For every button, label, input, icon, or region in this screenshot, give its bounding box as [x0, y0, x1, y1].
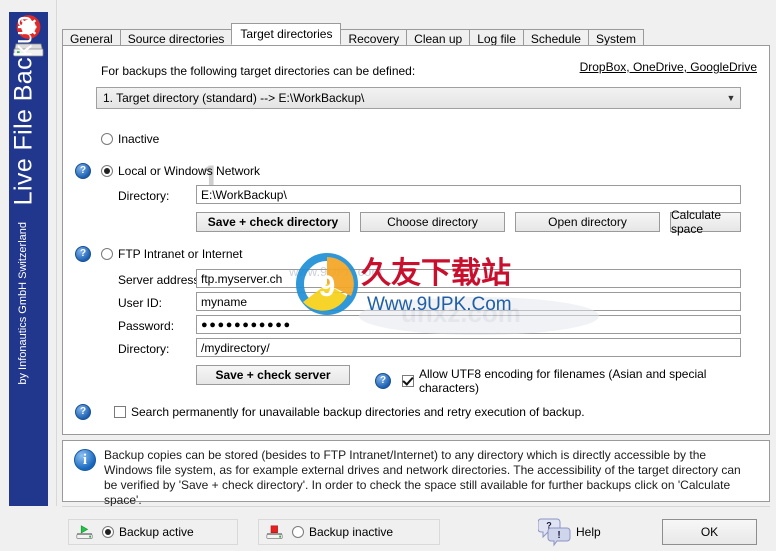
- choose-directory-button[interactable]: Choose directory: [360, 212, 505, 232]
- save-check-directory-button[interactable]: Save + check directory: [196, 212, 350, 232]
- bottom-bar: Backup active Backup inactive ? ! Help O…: [0, 506, 776, 551]
- backup-inactive-radio[interactable]: [292, 526, 304, 538]
- help-button[interactable]: ? ! Help: [538, 517, 601, 547]
- local-network-row[interactable]: ? Local or Windows Network: [75, 163, 260, 179]
- backup-active-group[interactable]: Backup active: [68, 519, 238, 545]
- local-directory-label: Directory:: [118, 189, 170, 203]
- help-icon-utf8[interactable]: ?: [375, 373, 391, 389]
- ftp-userid-label: User ID:: [118, 296, 163, 310]
- ok-button[interactable]: OK: [662, 519, 757, 545]
- ftp-row[interactable]: ? FTP Intranet or Internet: [75, 246, 243, 262]
- ftp-server-label: Server address:: [118, 273, 203, 287]
- help-bubbles-icon: ? !: [538, 518, 571, 547]
- backup-inactive-label: Backup inactive: [309, 525, 394, 539]
- backup-active-radio[interactable]: [102, 526, 114, 538]
- drive-play-icon: [76, 525, 93, 539]
- local-network-label: Local or Windows Network: [118, 164, 261, 178]
- search-retry-row[interactable]: ? Search permanently for unavailable bac…: [75, 404, 585, 420]
- utf8-checkbox[interactable]: [402, 375, 414, 387]
- utf8-label: Allow UTF8 encoding for filenames (Asian…: [419, 367, 707, 395]
- ftp-directory-label: Directory:: [118, 342, 170, 356]
- open-directory-button[interactable]: Open directory: [515, 212, 660, 232]
- tab-strip: General Source directories Target direct…: [62, 23, 770, 47]
- help-icon-local[interactable]: ?: [75, 163, 91, 179]
- ftp-label: FTP Intranet or Internet: [118, 247, 243, 261]
- brand-subtitle: by Infonautics GmbH Switzerland: [17, 222, 29, 385]
- drive-stop-icon: [266, 525, 283, 539]
- help-label: Help: [576, 525, 601, 539]
- application-window: Live File Backup by Infonautics GmbH Swi…: [0, 0, 776, 551]
- backup-active-label: Backup active: [119, 525, 194, 539]
- ftp-radio[interactable]: [101, 248, 113, 260]
- info-box-text: Backup copies can be stored (besides to …: [104, 448, 741, 507]
- info-icon: i: [74, 449, 96, 471]
- help-icon-ftp[interactable]: ?: [75, 246, 91, 262]
- search-retry-checkbox[interactable]: [114, 406, 126, 418]
- cloud-services-link[interactable]: DropBox, OneDrive, GoogleDrive: [580, 60, 757, 74]
- ftp-password-label: Password:: [118, 319, 175, 333]
- search-retry-label: Search permanently for unavailable backu…: [131, 405, 585, 419]
- tab-target-directories[interactable]: Target directories: [231, 23, 342, 45]
- panel-lead-text: For backups the following target directo…: [101, 64, 416, 78]
- target-directories-panel: For backups the following target directo…: [62, 45, 770, 435]
- ftp-password-input[interactable]: ●●●●●●●●●●●: [196, 315, 741, 334]
- lifebuoy-harddrive-icon: [10, 13, 47, 59]
- help-icon-search-retry[interactable]: ?: [75, 404, 91, 420]
- target-directory-select[interactable]: 1. Target directory (standard) --> E:\Wo…: [96, 87, 741, 109]
- chevron-down-icon: ▼: [726, 93, 736, 103]
- local-network-radio[interactable]: [101, 165, 113, 177]
- local-directory-input[interactable]: E:\WorkBackup\: [196, 185, 741, 204]
- ftp-directory-input[interactable]: /mydirectory/: [196, 338, 741, 357]
- ftp-userid-input[interactable]: myname: [196, 292, 741, 311]
- brand-sidebar: Live File Backup by Infonautics GmbH Swi…: [0, 0, 57, 551]
- inactive-radio-row[interactable]: Inactive: [101, 132, 159, 146]
- target-directory-select-value: 1. Target directory (standard) --> E:\Wo…: [103, 91, 365, 105]
- calculate-space-button[interactable]: Calculate space: [670, 208, 741, 236]
- svg-text:!: !: [557, 530, 560, 541]
- ftp-server-input[interactable]: ftp.myserver.ch: [196, 269, 741, 288]
- utf8-row[interactable]: ? Allow UTF8 encoding for filenames (Asi…: [375, 367, 769, 395]
- brand-subtitle-rotated: by Infonautics GmbH Switzerland: [12, 222, 34, 532]
- inactive-label: Inactive: [118, 132, 160, 146]
- backup-inactive-group[interactable]: Backup inactive: [258, 519, 440, 545]
- info-box: i Backup copies can be stored (besides t…: [62, 440, 770, 507]
- save-check-server-button[interactable]: Save + check server: [196, 365, 350, 385]
- inactive-radio[interactable]: [101, 133, 113, 145]
- bottom-divider: [62, 506, 770, 507]
